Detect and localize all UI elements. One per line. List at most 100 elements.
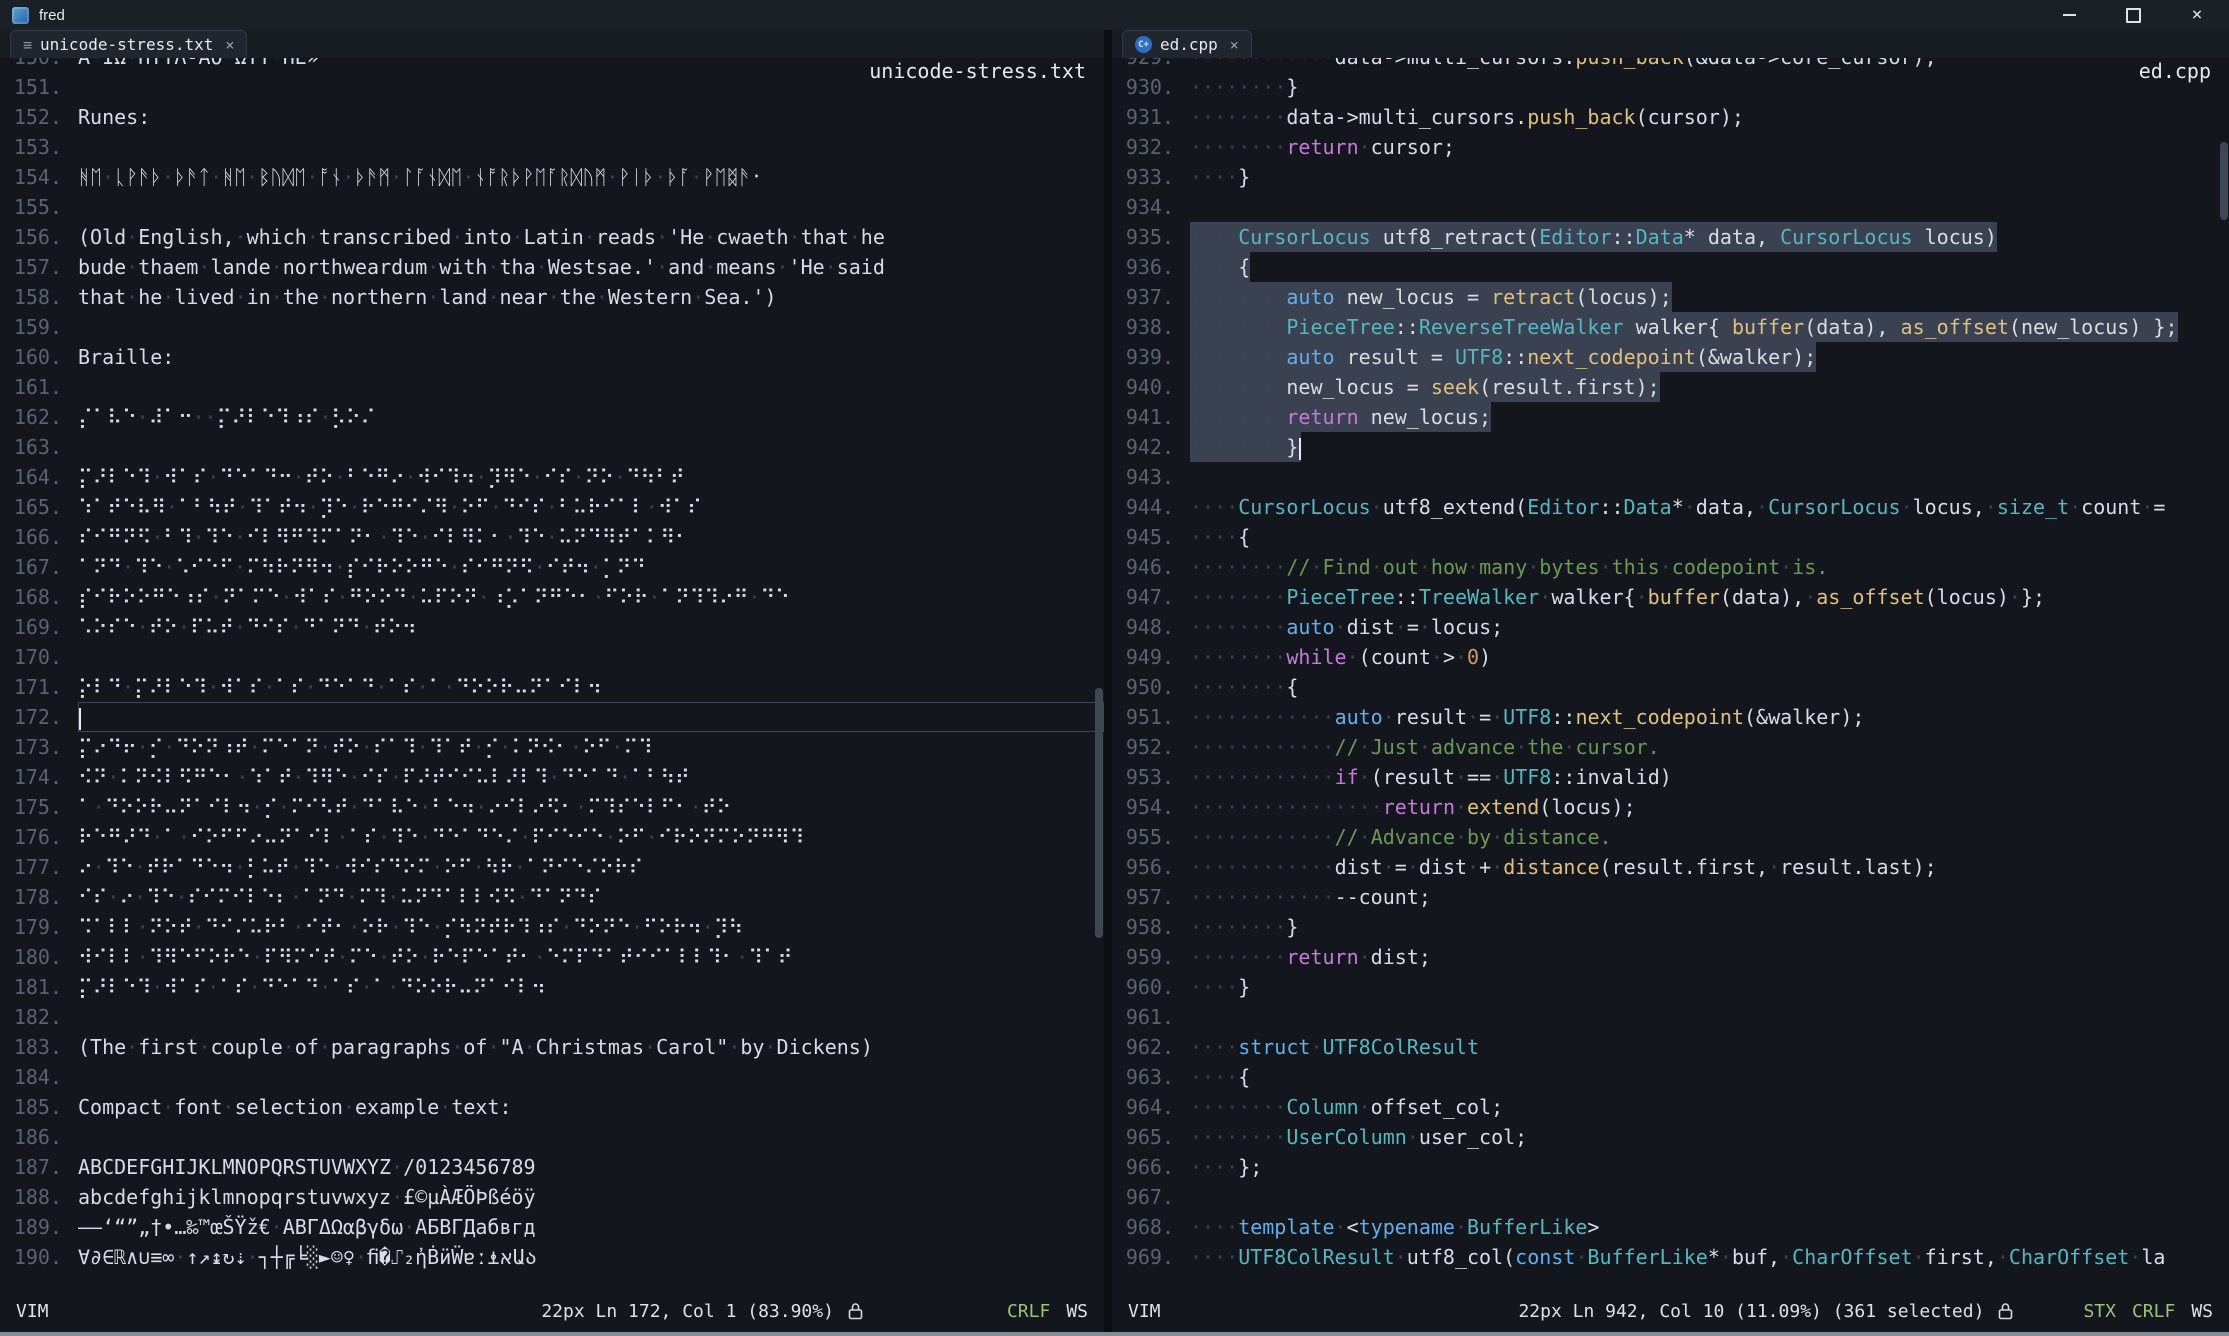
code-line[interactable]: 188.abcdefghijklmnopqrstuvwxyz·£©µÀÆÖÞßé…	[0, 1182, 1104, 1212]
code-token: UserColumn	[1286, 1125, 1406, 1149]
code-line[interactable]: 959.········return·dist;	[1112, 942, 2229, 972]
code-line[interactable]: 187.ABCDEFGHIJKLMNOPQRSTUVWXYZ·/01234567…	[0, 1152, 1104, 1182]
code-line[interactable]: 942.········}	[1112, 432, 2229, 462]
code-line[interactable]: 953.············if·(result·==·UTF8::inva…	[1112, 762, 2229, 792]
code-line[interactable]: 166.⠎⠊⠛⠝⠫·⠃⠹·⠹⠑·⠊⠇⠻⠛⠹⠍⠁⠝⠂·⠹⠑·⠊⠇⠻⠅⠂·⠹⠑·⠥⠝…	[0, 522, 1104, 552]
code-line[interactable]: 939.········auto·result·=·UTF8::next_cod…	[1112, 342, 2229, 372]
code-line[interactable]: 175.⠁·⠙⠕⠕⠗⠤⠝⠁⠊⠇⠲·⡊·⠍⠊⠣⠞·⠙⠁⠧⠑·⠃⠑⠲·⠔⠊⠇⠔⠫⠂·…	[0, 792, 1104, 822]
code-line[interactable]: 941.········return·new_locus;	[1112, 402, 2229, 432]
code-line[interactable]: 933.····}	[1112, 162, 2229, 192]
code-line[interactable]: 945.····{	[1112, 522, 2229, 552]
code-line[interactable]: 184.	[0, 1062, 1104, 1092]
title-bar[interactable]: fred ×	[0, 0, 2229, 30]
whitespace-dot: ·	[1274, 135, 1286, 159]
code-line[interactable]: 152.Runes:	[0, 102, 1104, 132]
scrollbar-thumb[interactable]	[2220, 142, 2228, 220]
tab-close-icon[interactable]: ×	[225, 36, 234, 54]
code-line[interactable]: 932.········return·cursor;	[1112, 132, 2229, 162]
code-line[interactable]: 190.∀∂∈ℝ∧∪≡∞·↑↗↨↻⇣·┐┼╔╘░►☺♀·ﬁ�⑀₂ἠḂӥẄɐː⍎א…	[0, 1242, 1104, 1272]
code-line[interactable]: 167.⠁⠝⠙·⠹⠑·⠡⠊⠑⠋·⠍⠳⠗⠝⠻⠲·⡎⠊⠗⠕⠕⠛⠑·⠎⠊⠛⠝⠫·⠊⠞⠲…	[0, 552, 1104, 582]
code-line[interactable]: 169.⠡⠕⠎⠑·⠞⠕·⠏⠥⠞·⠙⠊⠎·⠙⠁⠝⠙·⠞⠕⠲	[0, 612, 1104, 642]
code-line[interactable]: 958.········}	[1112, 912, 2229, 942]
scrollbar[interactable]	[1094, 58, 1104, 1290]
code-line[interactable]: 165.⠱⠁⠞⠑⠧⠻·⠁⠃⠳⠞·⠹⠁⠞⠲·⡹⠑·⠗⠑⠛⠊⠌⠻·⠕⠋·⠙⠊⠎·⠃⠥…	[0, 492, 1104, 522]
code-line[interactable]: 968.····template·<typename·BufferLike>	[1112, 1212, 2229, 1242]
code-line[interactable]: 181.⡍⠜⠇⠑⠹·⠺⠁⠎·⠁⠎·⠙⠑⠁⠙·⠁⠎·⠁·⠙⠕⠕⠗⠤⠝⠁⠊⠇⠲	[0, 972, 1104, 1002]
whitespace-dot: ·	[1226, 675, 1238, 699]
scrollbar[interactable]	[2219, 58, 2229, 1290]
code-line[interactable]: 189.–—‘“”„†•…‰™œŠŸž€·ΑΒΓΔΩαβγδω·АБВГДабв…	[0, 1212, 1104, 1242]
code-line[interactable]: 162.⡌⠁⠧⠑·⠼⠁⠒··⡍⠜⠇⠑⠹⠰⠎·⡣⠕⠌	[0, 402, 1104, 432]
code-line[interactable]: 178.⠊⠎·⠔·⠹⠑·⠎⠊⠍⠊⠇⠑⠆·⠁⠝⠙·⠍⠹·⠥⠝⠙⠁⠇⠇⠪⠫·⠙⠁⠝⠙…	[0, 882, 1104, 912]
code-line[interactable]: 173.⡍⠔⠙⠖·⡊·⠙⠕⠝⠰⠞·⠍⠑⠁⠝·⠞⠕·⠎⠁⠹·⠹⠁⠞·⡊·⠅⠝⠪⠂·…	[0, 732, 1104, 762]
code-line[interactable]: 938.········PieceTree::ReverseTreeWalker…	[1112, 312, 2229, 342]
code-line[interactable]: 182.	[0, 1002, 1104, 1032]
code-line[interactable]: 969.····UTF8ColResult·utf8_col(const·Buf…	[1112, 1242, 2229, 1272]
code-line[interactable]: 962.····struct·UTF8ColResult	[1112, 1032, 2229, 1062]
code-line[interactable]: 963.····{	[1112, 1062, 2229, 1092]
code-line[interactable]: 966.····};	[1112, 1152, 2229, 1182]
tab-unicode-stress[interactable]: ≡ unicode-stress.txt ×	[10, 30, 247, 58]
code-line[interactable]: 171.⡕⠇⠙·⡍⠜⠇⠑⠹·⠺⠁⠎·⠁⠎·⠙⠑⠁⠙·⠁⠎·⠁·⠙⠕⠕⠗⠤⠝⠁⠊⠇…	[0, 672, 1104, 702]
code-line[interactable]: 965.········UserColumn·user_col;	[1112, 1122, 2229, 1152]
code-line[interactable]: 177.⠔·⠹⠑·⠞⠗⠁⠙⠑⠲·⡃⠥⠞·⠹⠑·⠺⠊⠎⠙⠕⠍·⠕⠋·⠳⠗·⠁⠝⠊⠑…	[0, 852, 1104, 882]
code-line[interactable]: 960.····}	[1112, 972, 2229, 1002]
code-line[interactable]: 955.············//·Advance·by·distance.	[1112, 822, 2229, 852]
maximize-button[interactable]	[2101, 0, 2165, 30]
code-line[interactable]: 186.	[0, 1122, 1104, 1152]
code-line[interactable]: 948.········auto·dist·=·locus;	[1112, 612, 2229, 642]
code-line[interactable]: 935.····CursorLocus·utf8_retract(Editor:…	[1112, 222, 2229, 252]
code-line[interactable]: 168.⡎⠊⠗⠕⠕⠛⠑⠰⠎·⠝⠁⠍⠑·⠺⠁⠎·⠛⠕⠕⠙·⠥⠏⠕⠝·⠰⡡⠁⠝⠛⠑⠂…	[0, 582, 1104, 612]
tab-ed-cpp[interactable]: C+ ed.cpp ×	[1122, 30, 1252, 58]
code-line[interactable]: 929.············data->multi_cursors.push…	[1112, 58, 2229, 72]
code-line[interactable]: 172.	[0, 702, 1104, 732]
code-line[interactable]: 185.Compact·font·selection·example·text:	[0, 1092, 1104, 1122]
code-line[interactable]: 183.(The·first·couple·of·paragraphs·of·"…	[0, 1032, 1104, 1062]
code-line[interactable]: 936.····{	[1112, 252, 2229, 282]
code-line[interactable]: 156.(Old·English,·which·transcribed·into…	[0, 222, 1104, 252]
code-line[interactable]: 930.········}	[1112, 72, 2229, 102]
code-line[interactable]: 952.············//·Just·advance·the·curs…	[1112, 732, 2229, 762]
editor-content[interactable]: 929.············data->multi_cursors.push…	[1112, 58, 2229, 1290]
code-line[interactable]: 931.········data->multi_cursors.push_bac…	[1112, 102, 2229, 132]
code-line[interactable]: 160.Braille:	[0, 342, 1104, 372]
code-line[interactable]: 180.⠺⠊⠇⠇·⠹⠻⠑⠋⠕⠗⠑·⠏⠻⠍⠊⠞·⠍⠑·⠞⠕·⠗⠑⠏⠑⠁⠞⠂·⠑⠍⠏…	[0, 942, 1104, 972]
code-line[interactable]: 161.	[0, 372, 1104, 402]
code-line[interactable]: 155.	[0, 192, 1104, 222]
code-line[interactable]: 944.····CursorLocus·utf8_extend(Editor::…	[1112, 492, 2229, 522]
tab-close-icon[interactable]: ×	[1230, 36, 1239, 54]
code-line[interactable]: 934.	[1112, 192, 2229, 222]
code-line[interactable]: 964.········Column·offset_col;	[1112, 1092, 2229, 1122]
code-line[interactable]: 950.········{	[1112, 672, 2229, 702]
code-line[interactable]: 951.············auto·result·=·UTF8::next…	[1112, 702, 2229, 732]
code-line[interactable]: 159.	[0, 312, 1104, 342]
code-line[interactable]: 946.········//·Find·out·how·many·bytes·t…	[1112, 552, 2229, 582]
code-line[interactable]: 947.········PieceTree::TreeWalker·walker…	[1112, 582, 2229, 612]
code-line[interactable]: 956.············dist·=·dist·+·distance(r…	[1112, 852, 2229, 882]
whitespace-dot: ·	[336, 825, 348, 849]
code-line[interactable]: 949.········while·(count·>·0)	[1112, 642, 2229, 672]
code-line[interactable]: 176.⠗⠑⠛⠜⠙·⠁·⠊⠕⠋⠋⠔⠤⠝⠁⠊⠇·⠁⠎·⠹⠑·⠙⠑⠁⠙⠑⠌·⠏⠊⠑⠊…	[0, 822, 1104, 852]
code-line[interactable]: 967.	[1112, 1182, 2229, 1212]
pane-separator[interactable]	[1104, 30, 1112, 1332]
code-token: ⠏⠜⠞⠊⠊⠥⠇⠜⠇⠹	[402, 765, 548, 789]
code-line[interactable]: 957.············--count;	[1112, 882, 2229, 912]
code-line[interactable]: 153.	[0, 132, 1104, 162]
code-line[interactable]: 157.bude·thaem·lande·northweardum·with·t…	[0, 252, 1104, 282]
code-line[interactable]: 163.	[0, 432, 1104, 462]
minimize-button[interactable]	[2037, 0, 2101, 30]
code-line[interactable]: 961.	[1112, 1002, 2229, 1032]
code-line[interactable]: 164.⡍⠜⠇⠑⠹·⠺⠁⠎·⠙⠑⠁⠙⠒·⠞⠕·⠃⠑⠛⠔·⠺⠊⠹⠲·⡹⠻⠑·⠊⠎·…	[0, 462, 1104, 492]
code-line[interactable]: 174.⠪⠝·⠅⠝⠪⠇⠫⠛⠑⠂·⠱⠁⠞·⠹⠻⠑·⠊⠎·⠏⠜⠞⠊⠊⠥⠇⠜⠇⠹·⠙⠑…	[0, 762, 1104, 792]
editor-content[interactable]: 150.Ἄ·ἸΩ·ἬΤΤΛ-ἈΘ·ὮΤΤ·ἬΕ»151.152.Runes:15…	[0, 58, 1104, 1290]
code-line[interactable]: 943.	[1112, 462, 2229, 492]
code-line[interactable]: 954.················return·extend(locus)…	[1112, 792, 2229, 822]
code-line[interactable]: 179.⠩⠁⠇⠇·⠝⠕⠞·⠙⠊⠌⠥⠗⠃·⠊⠞⠂·⠕⠗·⠹⠑·⡊⠳⠝⠞⠗⠹⠰⠎·⠙…	[0, 912, 1104, 942]
code-line[interactable]: 170.	[0, 642, 1104, 672]
code-line[interactable]: 940.········new_locus·=·seek(result.firs…	[1112, 372, 2229, 402]
code-line[interactable]: 937.········auto·new_locus·=·retract(loc…	[1112, 282, 2229, 312]
code-line[interactable]: 154.ᚻᛖ·ᚳᚹᚫᚦ·ᚦᚫᛏ·ᚻᛖ·ᛒᚢᛞᛖ·ᚩᚾ·ᚦᚫᛗ·ᛚᚪᚾᛞᛖ·ᚾᚩᚱ…	[0, 162, 1104, 192]
close-button[interactable]: ×	[2165, 0, 2229, 30]
scrollbar-thumb[interactable]	[1095, 688, 1103, 938]
code-line[interactable]: 158.that·he·lived·in·the·northern·land·n…	[0, 282, 1104, 312]
